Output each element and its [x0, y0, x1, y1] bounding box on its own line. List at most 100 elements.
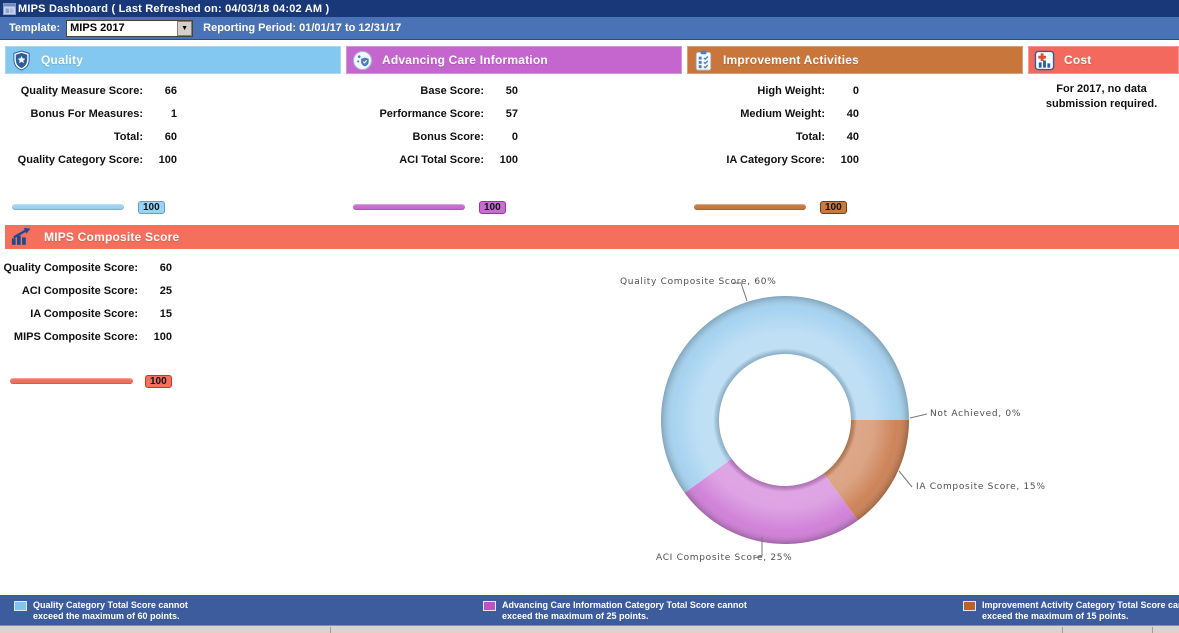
- row-label: IA Category Score:: [687, 154, 825, 166]
- score-row: Total:40: [687, 125, 1023, 148]
- quality-panel: Quality Quality Measure Score:66 Bonus F…: [5, 46, 341, 214]
- status-separator: [330, 627, 331, 633]
- composite-progress-row: 100: [0, 374, 1179, 388]
- legend-text: Advancing Care Information Category Tota…: [502, 600, 748, 621]
- quality-progress-row: 100: [5, 200, 341, 214]
- row-value: 1: [143, 108, 177, 120]
- row-value: 0: [825, 85, 859, 97]
- row-label: ACI Total Score:: [346, 154, 484, 166]
- donut-label-quality: Quality Composite Score, 60%: [620, 277, 776, 287]
- row-value: 100: [825, 154, 859, 166]
- score-row: ACI Composite Score:25: [0, 279, 1179, 302]
- row-value: 60: [138, 262, 172, 274]
- aci-panel: Advancing Care Information Base Score:50…: [346, 46, 682, 214]
- score-row: Total:60: [5, 125, 341, 148]
- cost-panel-header: Cost: [1028, 46, 1179, 74]
- chevron-down-icon[interactable]: ▼: [177, 21, 192, 36]
- score-row: IA Category Score:100: [687, 148, 1023, 171]
- donut-label-aci: ACI Composite Score, 25%: [656, 553, 792, 563]
- ia-score-badge: 100: [820, 201, 847, 214]
- row-value: 66: [143, 85, 177, 97]
- status-bar: [0, 625, 1179, 633]
- row-value: 50: [484, 85, 518, 97]
- row-value: 57: [484, 108, 518, 120]
- toolbar: Template: MIPS 2017 ▼ Reporting Period: …: [0, 17, 1179, 40]
- score-row: MIPS Composite Score:100: [0, 325, 1179, 348]
- aci-swatch: [483, 601, 496, 611]
- app-window-icon: [3, 3, 16, 15]
- trending-chart-icon: [11, 227, 35, 247]
- template-select-value: MIPS 2017: [67, 22, 177, 34]
- row-value: 60: [143, 131, 177, 143]
- ia-swatch: [963, 601, 976, 611]
- score-row: Medium Weight:40: [687, 102, 1023, 125]
- quality-panel-body: Quality Measure Score:66 Bonus For Measu…: [5, 74, 341, 171]
- quality-swatch: [14, 601, 27, 611]
- composite-title: MIPS Composite Score: [44, 230, 179, 244]
- score-row: Bonus For Measures:1: [5, 102, 341, 125]
- donut-shading: [690, 325, 880, 515]
- row-label: High Weight:: [687, 85, 825, 97]
- aci-panel-body: Base Score:50 Performance Score:57 Bonus…: [346, 74, 682, 171]
- status-separator: [1062, 627, 1063, 633]
- composite-progress-bar: [10, 378, 133, 384]
- aci-progress-row: 100: [346, 200, 682, 214]
- composite-header: MIPS Composite Score: [5, 225, 1179, 249]
- row-label: Quality Measure Score:: [5, 85, 143, 97]
- aci-panel-header: Advancing Care Information: [346, 46, 682, 74]
- row-label: MIPS Composite Score:: [0, 331, 138, 343]
- title-bar: MIPS Dashboard ( Last Refreshed on: 04/0…: [0, 0, 1179, 17]
- mips-dashboard: MIPS Dashboard ( Last Refreshed on: 04/0…: [0, 0, 1179, 633]
- ia-panel-title: Improvement Activities: [723, 53, 859, 67]
- legend-item-aci: Advancing Care Information Category Tota…: [483, 600, 748, 621]
- row-value: 25: [138, 285, 172, 297]
- template-select[interactable]: MIPS 2017 ▼: [66, 20, 193, 37]
- row-label: Bonus For Measures:: [5, 108, 143, 120]
- ia-panel: Improvement Activities High Weight:0 Med…: [687, 46, 1023, 214]
- row-value: 100: [484, 154, 518, 166]
- status-separator: [1152, 627, 1153, 633]
- legend-text: Quality Category Total Score cannot exce…: [33, 600, 219, 621]
- donut-label-not-achieved: Not Achieved, 0%: [930, 409, 1021, 419]
- quality-panel-header: Quality: [5, 46, 341, 74]
- row-label: Total:: [5, 131, 143, 143]
- composite-donut-chart: [659, 294, 911, 546]
- row-label: IA Composite Score:: [0, 308, 138, 320]
- chart-cross-icon: [1033, 49, 1055, 71]
- monitor-shield-icon: [351, 49, 373, 71]
- row-value: 40: [825, 131, 859, 143]
- row-label: Quality Composite Score:: [0, 262, 138, 274]
- legend-text: Improvement Activity Category Total Scor…: [982, 600, 1179, 621]
- row-value: 100: [143, 154, 177, 166]
- score-row: High Weight:0: [687, 79, 1023, 102]
- ia-progress-bar: [694, 204, 806, 210]
- window-title: MIPS Dashboard ( Last Refreshed on: 04/0…: [18, 3, 329, 15]
- legend-item-ia: Improvement Activity Category Total Scor…: [963, 600, 1179, 621]
- row-label: Total:: [687, 131, 825, 143]
- score-row: Performance Score:57: [346, 102, 682, 125]
- aci-progress-bar: [353, 204, 465, 210]
- row-label: Bonus Score:: [346, 131, 484, 143]
- category-panels: Quality Quality Measure Score:66 Bonus F…: [0, 46, 1179, 214]
- shield-star-icon: [10, 49, 32, 71]
- row-label: Medium Weight:: [687, 108, 825, 120]
- score-row: Quality Category Score:100: [5, 148, 341, 171]
- legend-item-quality: Quality Category Total Score cannot exce…: [14, 600, 219, 621]
- ia-panel-body: High Weight:0 Medium Weight:40 Total:40 …: [687, 74, 1023, 171]
- donut-label-ia: IA Composite Score, 15%: [916, 482, 1046, 492]
- quality-progress-bar: [12, 204, 124, 210]
- template-label: Template:: [9, 22, 60, 34]
- score-row: Quality Composite Score:60: [0, 256, 1179, 279]
- score-row: Base Score:50: [346, 79, 682, 102]
- quality-score-badge: 100: [138, 201, 165, 214]
- row-value: 40: [825, 108, 859, 120]
- legend-footer: Quality Category Total Score cannot exce…: [0, 595, 1179, 625]
- row-label: Performance Score:: [346, 108, 484, 120]
- composite-score-badge: 100: [145, 375, 172, 388]
- row-label: ACI Composite Score:: [0, 285, 138, 297]
- row-value: 100: [138, 331, 172, 343]
- row-value: 15: [138, 308, 172, 320]
- cost-message: For 2017, no data submission required.: [1028, 74, 1179, 112]
- score-row: Quality Measure Score:66: [5, 79, 341, 102]
- row-label: Quality Category Score:: [5, 154, 143, 166]
